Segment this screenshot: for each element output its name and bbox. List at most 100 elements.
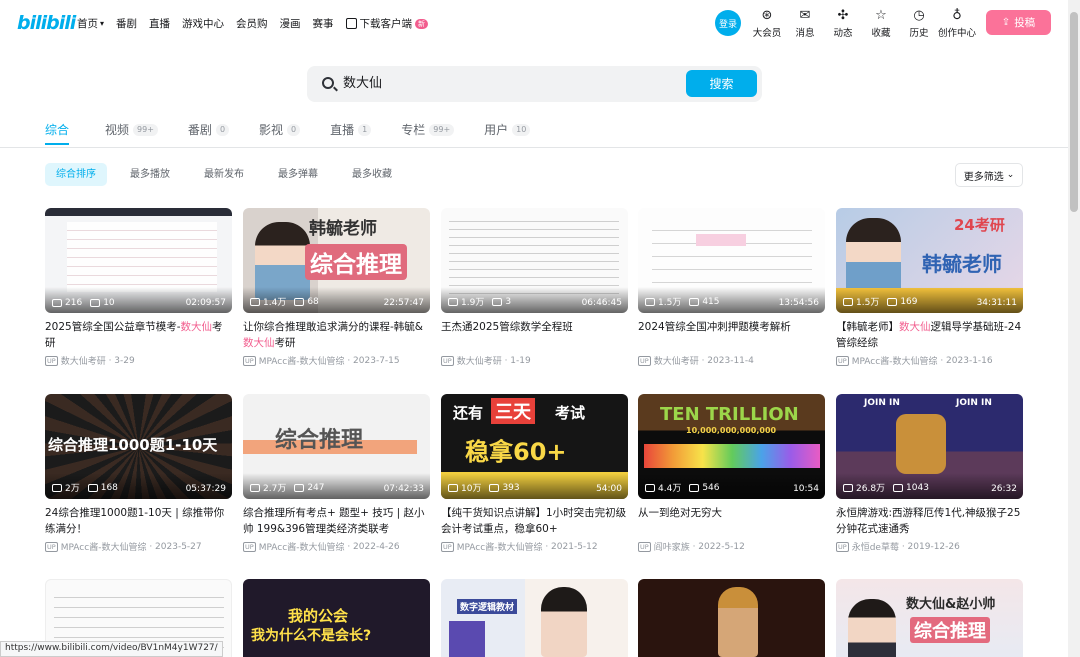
video-title[interactable]: 从一到绝对无穷大 [638,505,825,537]
nav-anime[interactable]: 番剧 [116,16,137,31]
login-button[interactable]: 登录 [715,10,741,36]
video-card[interactable]: 综合推理1000题1-10天 2万 168 05:37:29 24综合推理100… [45,394,232,553]
header-vip[interactable]: ⊛ 大会员 [748,8,786,39]
tab-live[interactable]: 直播 1 [330,121,372,138]
header-creator-center[interactable]: ♁ 创作中心 [938,8,976,39]
header-dynamic[interactable]: ✣ 动态 [824,8,862,39]
video-meta[interactable]: UP MPAcc酱-数大仙管综 · 2023-7-15 [243,354,430,367]
filter-comprehensive[interactable]: 综合排序 [45,163,107,186]
filter-latest[interactable]: 最新发布 [193,163,255,186]
video-card[interactable]: 韩毓老师 综合推理 1.4万 68 22:57:47 让你综合推理敢追求满分的课… [243,208,430,367]
play-count: 2万 [65,484,80,494]
tab-video[interactable]: 视频 99+ [105,121,158,138]
danmaku-icon [294,483,305,492]
video-card[interactable]: 216 10 02:09:57 2025管综全国公益章节模考-数大仙考研 UP 数… [45,208,232,367]
video-card[interactable] [638,579,825,657]
status-bar-url: https://www.bilibili.com/video/BV1nM4y1W… [0,641,223,657]
video-title[interactable]: 24综合推理1000题1-10天 | 综推带你练满分！ [45,505,232,537]
video-thumbnail[interactable] [638,579,825,657]
video-thumbnail[interactable]: 数字逻辑教材 [441,579,628,657]
filter-most-played[interactable]: 最多播放 [119,163,181,186]
video-title[interactable]: 综合推理所有考点+ 题型+ 技巧 | 赵小帅 199&396管理类经济类联考 [243,505,430,537]
video-card[interactable]: 24考研 韩毓老师 1.5万 169 34:31:11 【韩毓老师】数大仙逻辑导… [836,208,1023,367]
bilibili-logo[interactable]: bilibili [17,12,76,34]
upload-date: 2022-4-26 [353,541,400,552]
tab-article[interactable]: 专栏 99+ [401,121,455,138]
video-card[interactable]: 数大仙&赵小帅 综合推理 [836,579,1023,657]
page-scrollbar[interactable] [1068,0,1080,657]
tab-article-count: 99+ [429,123,455,136]
video-thumbnail[interactable]: 韩毓老师 综合推理 1.4万 68 22:57:47 [243,208,430,313]
video-meta[interactable]: UP 数大仙考研 · 2023-11-4 [638,354,825,367]
thumb-person [848,599,896,657]
video-card[interactable]: 数字逻辑教材 [441,579,628,657]
upload-button[interactable]: ⇪ 投稿 [986,10,1051,35]
tab-all[interactable]: 综合 [45,121,69,138]
nav-download-client[interactable]: 下载客户端 新 [345,16,429,31]
filter-most-favorite[interactable]: 最多收藏 [341,163,403,186]
tab-user[interactable]: 用户 10 [484,121,531,138]
nav-home[interactable]: 首页 ▾ [77,16,104,31]
video-meta[interactable]: UP MPAcc酱-数大仙管综 · 2022-4-26 [243,540,430,553]
video-title[interactable]: 王杰通2025管综数学全程班 [441,319,628,351]
nav-live[interactable]: 直播 [149,16,170,31]
video-title[interactable]: 永恒牌游戏:西游释厄传1代,神级猴子25分钟花式速通秀 [836,505,1023,537]
video-duration: 05:37:29 [185,484,226,494]
upload-date: 2021-5-12 [551,541,598,552]
video-title[interactable]: 2025管综全国公益章节模考-数大仙考研 [45,319,232,351]
video-thumbnail[interactable]: 1.5万 415 13:54:56 [638,208,825,313]
video-thumbnail[interactable]: JOIN IN JOIN IN 26.8万 1043 26:32 [836,394,1023,499]
uploader-icon: UP [441,541,454,552]
more-filters-button[interactable]: 更多筛选 ⌄ [955,163,1023,187]
video-card[interactable]: 1.5万 415 13:54:56 2024管综全国冲刺押题模考解析 UP 数大仙… [638,208,825,367]
header-favorite-label: 收藏 [871,28,891,39]
nav-esports[interactable]: 赛事 [313,16,334,31]
video-thumbnail[interactable]: 数大仙&赵小帅 综合推理 [836,579,1023,657]
tab-movie[interactable]: 影视 0 [259,121,301,138]
video-meta[interactable]: UP 数大仙考研 · 3-29 [45,354,232,367]
tab-bangumi[interactable]: 番剧 0 [188,121,230,138]
video-card[interactable]: 1.9万 3 06:46:45 王杰通2025管综数学全程班 UP 数大仙考研 ·… [441,208,628,367]
video-title[interactable]: 2024管综全国冲刺押题模考解析 [638,319,825,351]
header-favorite[interactable]: ☆ 收藏 [862,8,900,39]
header-creator-label: 创作中心 [938,28,977,39]
nav-game-center[interactable]: 游戏中心 [182,16,224,31]
video-thumbnail[interactable]: 还有 三天 考试 稳拿60+ 10万 393 54:00 [441,394,628,499]
danmaku-icon [90,299,101,307]
video-thumbnail[interactable]: 216 10 02:09:57 [45,208,232,313]
thumb-window-bar [45,208,232,216]
video-thumbnail[interactable]: 我的公会 我为什么不是会长? [243,579,430,657]
video-thumbnail[interactable]: 24考研 韩毓老师 1.5万 169 34:31:11 [836,208,1023,313]
video-duration: 10:54 [793,484,819,494]
video-meta[interactable]: UP 数大仙考研 · 1-19 [441,354,628,367]
video-meta[interactable]: UP 永恒de草莓 · 2019-12-26 [836,540,1023,553]
nav-vip-shop[interactable]: 会员购 [236,16,268,31]
upload-date: 2023-7-15 [353,355,400,366]
video-thumbnail[interactable]: 综合推理1000题1-10天 2万 168 05:37:29 [45,394,232,499]
video-meta[interactable]: UP 阎咔家族 · 2022-5-12 [638,540,825,553]
video-card[interactable]: JOIN IN JOIN IN 26.8万 1043 26:32 永恒牌游戏:西… [836,394,1023,553]
search-button[interactable]: 搜索 [686,70,757,97]
video-card[interactable]: 还有 三天 考试 稳拿60+ 10万 393 54:00 【纯干货知识点讲解】1… [441,394,628,553]
play-icon [52,299,62,307]
nav-manga[interactable]: 漫画 [280,16,301,31]
video-meta[interactable]: UP MPAcc酱-数大仙管综 · 2021-5-12 [441,540,628,553]
header-history[interactable]: ◷ 历史 [900,8,938,39]
video-stats: 10万 393 [448,481,528,494]
filter-most-danmaku[interactable]: 最多弹幕 [267,163,329,186]
header-message[interactable]: ✉ 消息 [786,8,824,39]
video-meta[interactable]: UP MPAcc酱-数大仙管综 · 2023-1-16 [836,354,1023,367]
video-card[interactable]: TEN TRILLION 10,000,000,000,000 4.4万 546… [638,394,825,553]
search-input[interactable] [343,74,643,89]
video-thumbnail[interactable]: 综合推理 2.7万 247 07:42:33 [243,394,430,499]
video-thumbnail[interactable]: TEN TRILLION 10,000,000,000,000 4.4万 546… [638,394,825,499]
video-card[interactable]: 综合推理 2.7万 247 07:42:33 综合推理所有考点+ 题型+ 技巧 … [243,394,430,553]
video-title[interactable]: 让你综合推理敢追求满分的课程-韩毓&数大仙考研 [243,319,430,351]
video-title[interactable]: 【韩毓老师】数大仙逻辑导学基础班-24管综经综 [836,319,1023,351]
scrollbar-thumb[interactable] [1070,12,1078,212]
video-thumbnail[interactable]: 1.9万 3 06:46:45 [441,208,628,313]
more-filters-label: 更多筛选 [963,171,1004,183]
video-title[interactable]: 【纯干货知识点讲解】1小时突击完初级会计考试重点，稳拿60+ [441,505,628,537]
video-card[interactable]: 我的公会 我为什么不是会长? [243,579,430,657]
video-meta[interactable]: UP MPAcc酱-数大仙管综 · 2023-5-27 [45,540,232,553]
